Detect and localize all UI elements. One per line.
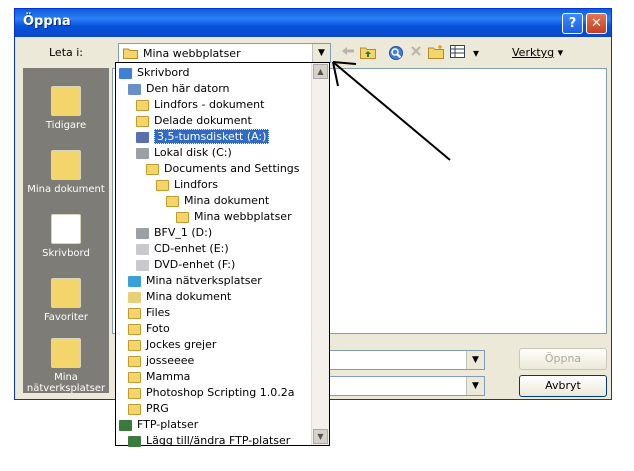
annotation-arrow: [332, 61, 451, 161]
